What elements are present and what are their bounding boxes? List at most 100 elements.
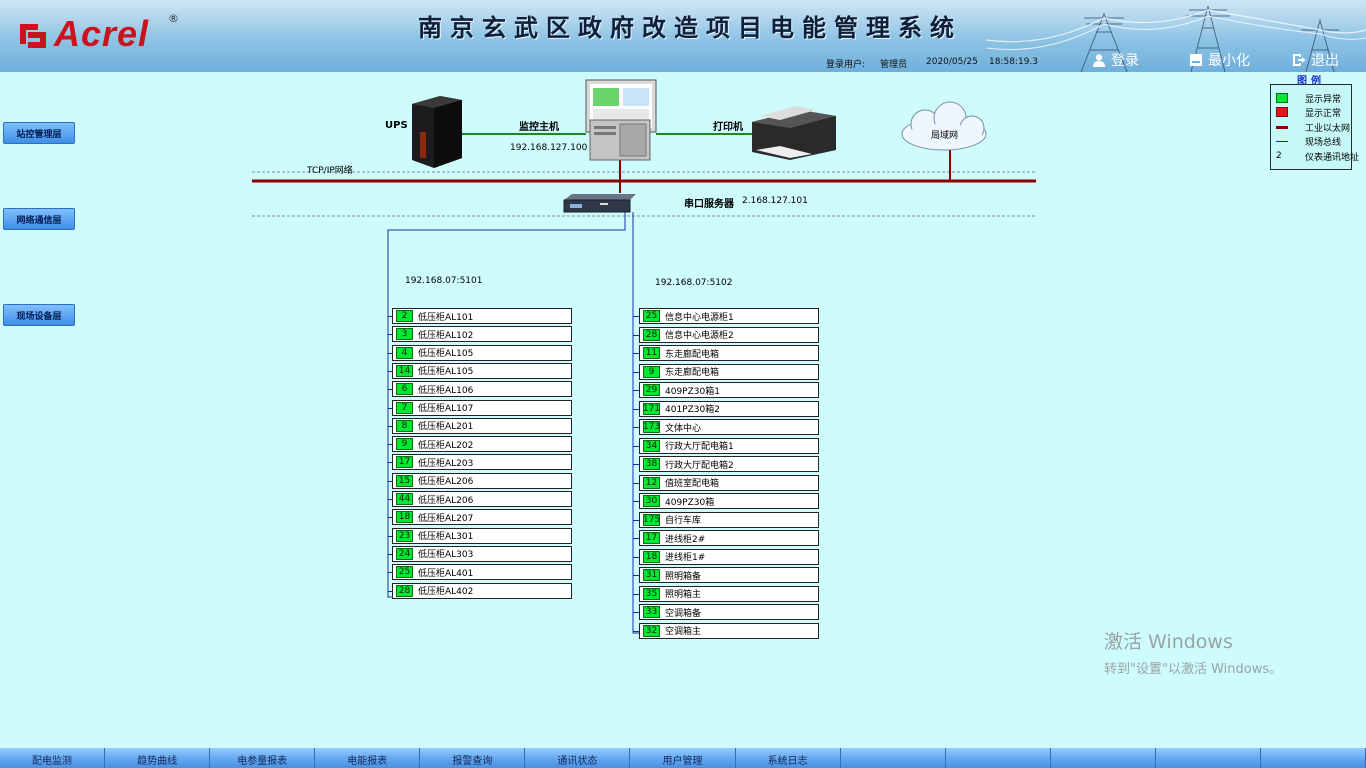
device-address-badge: 31 xyxy=(643,569,660,581)
device-name: 低压柜AL206 xyxy=(418,477,474,488)
device-name: 低压柜AL203 xyxy=(418,458,474,469)
device-address-badge: 7 xyxy=(396,401,413,414)
device-row[interactable]: 3 低压柜AL102 xyxy=(392,326,572,343)
device-name: 自行车库 xyxy=(665,516,702,526)
device-row[interactable]: 28 低压柜AL402 xyxy=(392,582,572,599)
activation-hint: 转到"设置"以激活 Windows。 xyxy=(1104,662,1283,677)
device-name: 文体中心 xyxy=(665,423,702,434)
device-row[interactable]: 18 进线柜1# xyxy=(639,548,819,565)
device-row[interactable]: 25 信息中心电源柜1 xyxy=(639,308,819,324)
host-ip-label: 192.168.127.100 xyxy=(510,143,588,153)
nav-button-13[interactable] xyxy=(1260,748,1366,768)
device-row[interactable]: 24 低压柜AL303 xyxy=(392,545,572,562)
device-address-badge: 4 xyxy=(396,346,413,359)
device-name: 行政大厅配电箱2 xyxy=(665,460,734,471)
device-row[interactable]: 175 自行车库 xyxy=(639,511,819,528)
device-name: 空调箱主 xyxy=(665,627,702,637)
device-row[interactable]: 173 文体中心 xyxy=(639,419,819,435)
device-row[interactable]: 31 照明箱备 xyxy=(639,567,819,583)
device-name: 进线柜1# xyxy=(665,553,706,563)
device-address-badge: 38 xyxy=(643,458,660,470)
device-name: 低压柜AL202 xyxy=(418,440,474,451)
device-row[interactable]: 32 空调箱主 xyxy=(639,622,819,639)
nav-button-12[interactable] xyxy=(1155,748,1261,768)
device-row[interactable]: 4 低压柜AL105 xyxy=(392,344,572,361)
device-row[interactable]: 171 401PZ30箱2 xyxy=(639,400,819,417)
device-name: 低压柜AL101 xyxy=(418,312,474,323)
device-row[interactable]: 23 低压柜AL301 xyxy=(392,527,572,544)
device-row[interactable]: 30 409PZ30箱 xyxy=(639,493,819,509)
device-address-badge: 18 xyxy=(396,511,413,524)
device-address-badge: 12 xyxy=(643,476,660,489)
nav-button-11[interactable] xyxy=(1050,748,1156,768)
nav-button-3[interactable]: 电参量报表 xyxy=(210,748,316,768)
device-address-badge: 28 xyxy=(396,584,413,597)
device-row[interactable]: 18 低压柜AL207 xyxy=(392,509,572,526)
device-address-badge: 29 xyxy=(643,384,660,396)
device-row[interactable]: 2 低压柜AL101 xyxy=(392,308,572,324)
nav-button-5[interactable]: 报警查询 xyxy=(420,748,526,768)
device-address-badge: 8 xyxy=(396,419,413,432)
nav-button-9[interactable] xyxy=(840,748,946,768)
device-row[interactable]: 17 低压柜AL203 xyxy=(392,454,572,471)
device-address-badge: 35 xyxy=(643,587,660,600)
device-row[interactable]: 33 空调箱备 xyxy=(639,604,819,620)
nav-button-1[interactable]: 配电监测 xyxy=(0,748,106,768)
device-name: 进线柜2# xyxy=(665,534,706,545)
device-address-badge: 175 xyxy=(642,513,661,526)
device-address-badge: 23 xyxy=(396,529,413,542)
device-name: 低压柜AL105 xyxy=(418,349,474,360)
device-row[interactable]: 14 低压柜AL105 xyxy=(392,362,572,379)
device-address-badge: 171 xyxy=(642,402,661,415)
device-row[interactable]: 34 行政大厅配电箱1 xyxy=(639,437,819,454)
nav-button-4[interactable]: 电能报表 xyxy=(315,748,421,768)
device-address-badge: 6 xyxy=(396,383,413,396)
device-address-badge: 17 xyxy=(396,456,413,469)
device-address-badge: 33 xyxy=(643,606,660,618)
device-row[interactable]: 38 行政大厅配电箱2 xyxy=(639,456,819,472)
nav-button-2[interactable]: 趋势曲线 xyxy=(105,748,211,768)
device-row[interactable]: 9 低压柜AL202 xyxy=(392,436,572,453)
device-row[interactable]: 15 低压柜AL206 xyxy=(392,472,572,489)
printer-icon xyxy=(752,106,836,160)
device-row[interactable]: 25 低压柜AL401 xyxy=(392,564,572,581)
device-row[interactable]: 35 照明箱主 xyxy=(639,585,819,602)
device-name: 低压柜AL303 xyxy=(418,550,474,561)
host-computer-icon xyxy=(585,79,657,161)
device-name: 空调箱备 xyxy=(665,608,702,619)
device-name: 409PZ30箱1 xyxy=(665,386,720,397)
device-name: 409PZ30箱 xyxy=(665,497,715,508)
device-row[interactable]: 29 409PZ30箱1 xyxy=(639,382,819,398)
device-address-badge: 25 xyxy=(396,566,413,579)
device-row[interactable]: 44 低压柜AL206 xyxy=(392,491,572,507)
device-row[interactable]: 28 信息中心电源柜2 xyxy=(639,326,819,343)
device-row[interactable]: 11 东走廊配电箱 xyxy=(639,345,819,361)
device-address-badge: 14 xyxy=(396,364,413,377)
nav-button-6[interactable]: 通讯状态 xyxy=(525,748,631,768)
nav-button-8[interactable]: 系统日志 xyxy=(735,748,841,768)
host-label: 监控主机 xyxy=(519,122,559,133)
device-address-badge: 24 xyxy=(396,547,413,560)
device-address-badge: 2 xyxy=(396,310,413,322)
port2-label: 192.168.07:5102 xyxy=(655,278,733,288)
lan-label: 局域网 xyxy=(931,131,959,141)
device-row[interactable]: 17 进线柜2# xyxy=(639,530,819,546)
network-label: TCP/IP网络 xyxy=(307,166,353,176)
device-row[interactable]: 9 东走廊配电箱 xyxy=(639,363,819,380)
port1-label: 192.168.07:5101 xyxy=(405,276,483,286)
device-address-badge: 34 xyxy=(643,439,660,452)
device-name: 低压柜AL102 xyxy=(418,330,474,341)
activation-title: 激活 Windows xyxy=(1104,631,1233,653)
device-address-badge: 25 xyxy=(643,310,660,322)
ups-icon xyxy=(412,96,462,168)
device-name: 低压柜AL106 xyxy=(418,385,474,396)
device-name: 东走廊配电箱 xyxy=(665,349,720,360)
device-name: 东走廊配电箱 xyxy=(665,368,720,378)
nav-button-10[interactable] xyxy=(945,748,1051,768)
device-row[interactable]: 12 值班室配电箱 xyxy=(639,474,819,491)
device-row[interactable]: 7 低压柜AL107 xyxy=(392,399,572,416)
device-row[interactable]: 6 低压柜AL106 xyxy=(392,381,572,398)
device-row[interactable]: 8 低压柜AL201 xyxy=(392,417,572,434)
device-address-badge: 9 xyxy=(643,365,660,378)
nav-button-7[interactable]: 用户管理 xyxy=(630,748,736,768)
